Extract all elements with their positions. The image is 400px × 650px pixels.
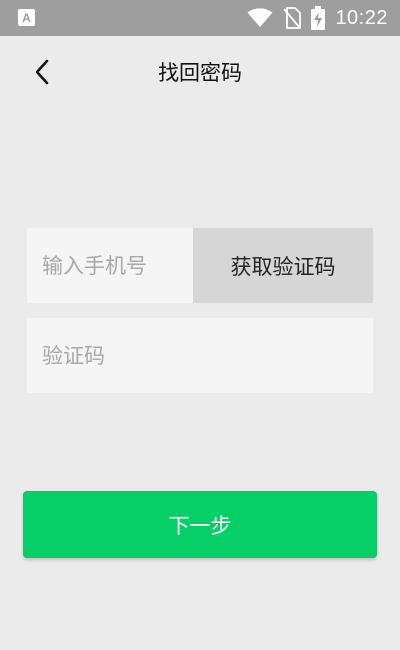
next-step-button[interactable]: 下一步 bbox=[23, 491, 377, 558]
app-bar: 找回密码 bbox=[0, 36, 400, 108]
verification-code-input[interactable] bbox=[27, 318, 373, 393]
no-sim-icon bbox=[283, 7, 302, 29]
battery-charging-icon bbox=[311, 6, 326, 30]
status-bar-right: 10:22 bbox=[247, 0, 388, 36]
status-time: 10:22 bbox=[335, 6, 388, 29]
phone-input[interactable] bbox=[27, 228, 193, 303]
back-button[interactable] bbox=[24, 52, 60, 92]
app-notification-icon: A bbox=[18, 9, 35, 26]
get-code-button[interactable]: 获取验证码 bbox=[193, 228, 373, 303]
page-title: 找回密码 bbox=[158, 61, 242, 85]
status-bar: A 10:22 bbox=[0, 0, 400, 36]
chevron-left-icon bbox=[35, 59, 49, 85]
wifi-icon bbox=[247, 8, 273, 27]
phone-row: 获取验证码 bbox=[27, 228, 373, 303]
